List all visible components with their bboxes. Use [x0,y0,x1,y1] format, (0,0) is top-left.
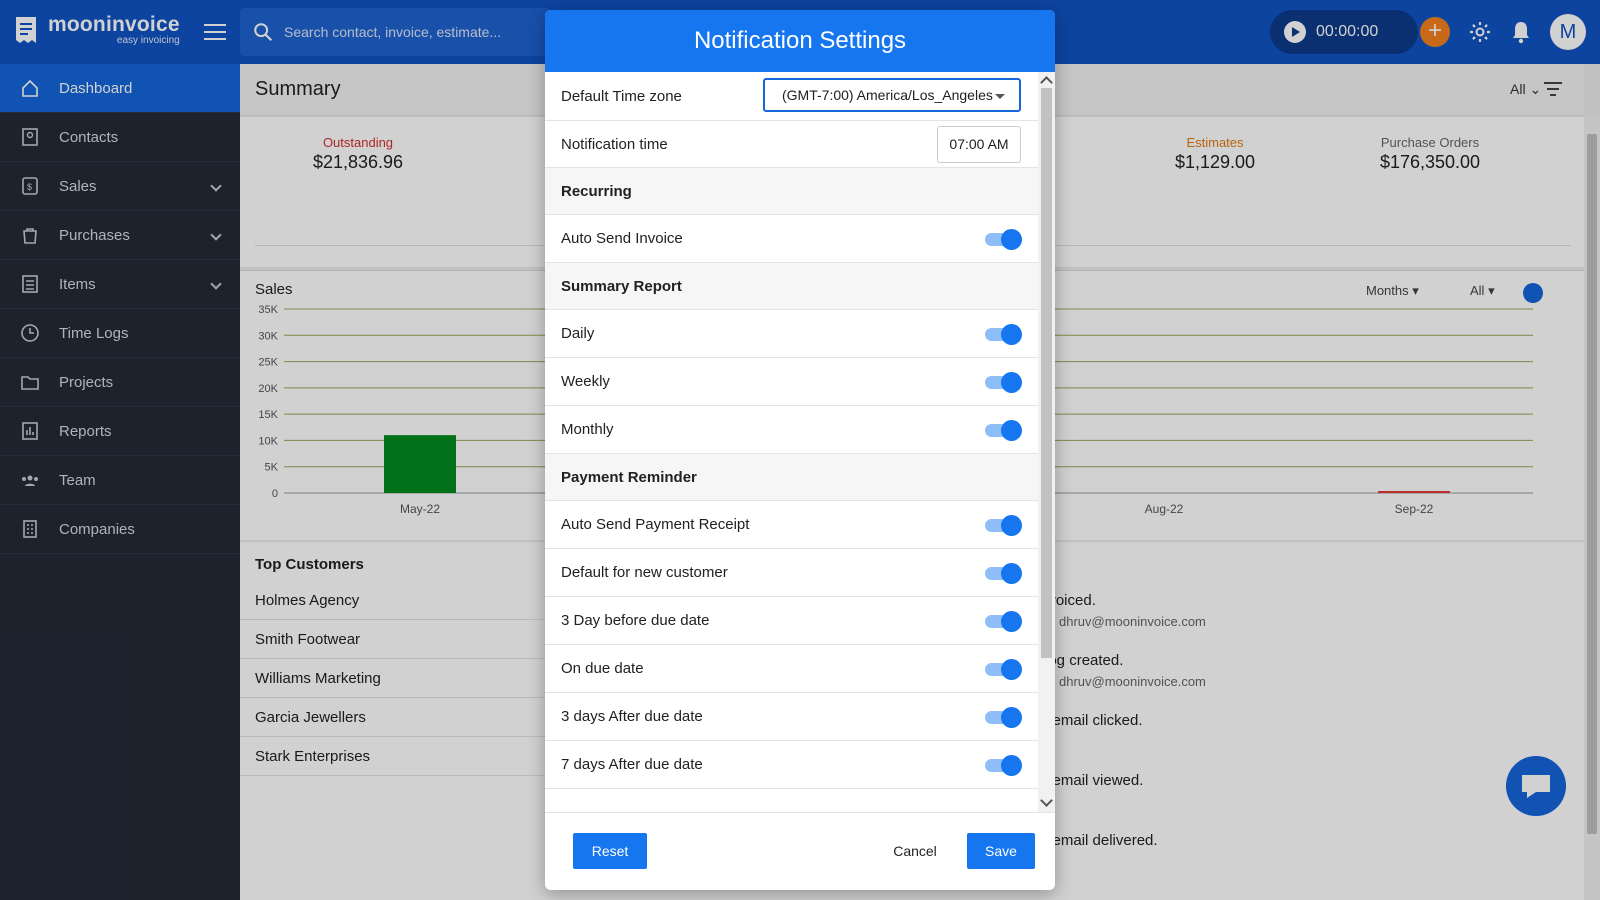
toggle-switch[interactable] [985,229,1022,250]
toggle-switch[interactable] [985,563,1022,584]
setting-label: Auto Send Invoice [561,230,683,247]
reset-button[interactable]: Reset [573,833,647,869]
scroll-down-icon[interactable] [1040,794,1053,807]
toggle-knob [1001,420,1022,441]
setting-row: Default for new customer [545,549,1038,597]
toggle-knob [1001,324,1022,345]
toggle-switch[interactable] [985,707,1022,728]
notification-time-row: Notification time 07:00 AM [545,121,1038,168]
notification-time-label: Notification time [561,135,668,153]
dialog-scrollbar[interactable] [1038,72,1055,812]
setting-row: 3 days After due date [545,693,1038,741]
setting-label: On due date [561,660,644,677]
toggle-knob [1001,755,1022,776]
notification-settings-dialog: Notification Settings Default Time zone … [545,10,1055,890]
timezone-label: Default Time zone [561,87,682,105]
toggle-knob [1001,229,1022,250]
toggle-switch[interactable] [985,420,1022,441]
caret-down-icon [995,94,1005,99]
dialog-scrollbar-thumb[interactable] [1041,88,1052,658]
setting-label: Monthly [561,421,614,438]
timezone-select[interactable]: (GMT-7:00) America/Los_Angeles [763,78,1021,112]
app-root: mooninvoice easy invoicing 00:00:00 + M … [0,0,1600,900]
setting-label: Daily [561,325,595,342]
scroll-up-icon[interactable] [1040,76,1053,89]
toggle-knob [1001,707,1022,728]
setting-row: Auto Send Payment Receipt [545,501,1038,549]
cancel-button[interactable]: Cancel [885,833,945,869]
notification-time-input[interactable]: 07:00 AM [937,126,1021,163]
toggle-switch[interactable] [985,659,1022,680]
toggle-switch[interactable] [985,372,1022,393]
toggle-switch[interactable] [985,515,1022,536]
section-header-summary-report: Summary Report [545,263,1038,310]
setting-row: Weekly [545,358,1038,406]
toggle-knob [1001,372,1022,393]
setting-row: Monthly [545,406,1038,454]
section-header-payment-reminder: Payment Reminder [545,454,1038,501]
setting-row: 3 Day before due date [545,597,1038,645]
timezone-row: Default Time zone (GMT-7:00) America/Los… [545,72,1038,121]
toggle-switch[interactable] [985,755,1022,776]
dialog-body: Default Time zone (GMT-7:00) America/Los… [545,72,1055,812]
toggle-knob [1001,659,1022,680]
section-header-recurring: Recurring [545,168,1038,215]
setting-row: 7 days After due date [545,741,1038,789]
dialog-footer: Reset Cancel Save [545,812,1055,890]
setting-row: Auto Send Invoice [545,215,1038,263]
setting-label: Weekly [561,373,610,390]
toggle-knob [1001,515,1022,536]
setting-label: 3 Day before due date [561,612,710,629]
timezone-value: (GMT-7:00) America/Los_Angeles [782,87,993,103]
dialog-title: Notification Settings [545,10,1055,72]
setting-label: 3 days After due date [561,708,703,725]
toggle-switch[interactable] [985,324,1022,345]
setting-label: 7 days After due date [561,756,703,773]
toggle-switch[interactable] [985,611,1022,632]
toggle-knob [1001,611,1022,632]
setting-label: Default for new customer [561,564,728,581]
save-button[interactable]: Save [967,833,1035,869]
setting-row: Daily [545,310,1038,358]
setting-row: On due date [545,645,1038,693]
setting-label: Auto Send Payment Receipt [561,516,750,533]
settings-list: Default Time zone (GMT-7:00) America/Los… [545,72,1055,789]
toggle-knob [1001,563,1022,584]
